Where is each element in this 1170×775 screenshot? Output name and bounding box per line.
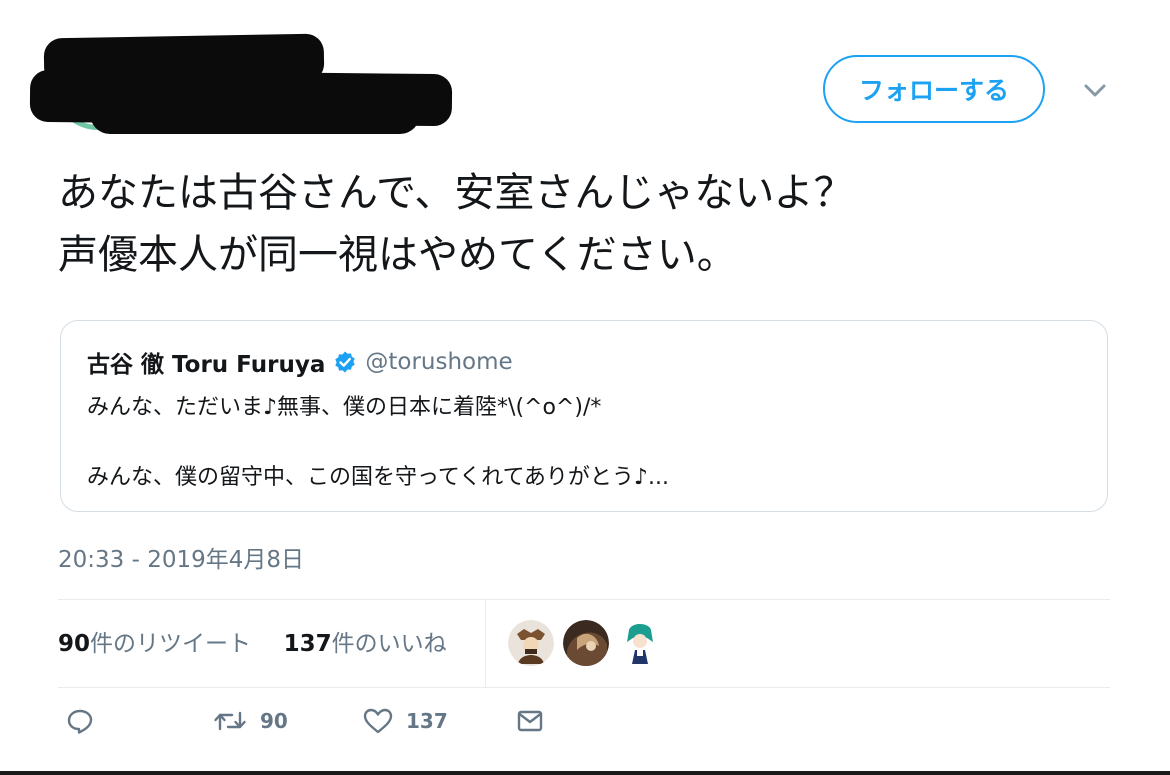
- retweet-stat-label: 件のリツイート: [90, 631, 252, 657]
- reply-button[interactable]: [66, 707, 94, 735]
- quoted-tweet-line: みんな、僕の留守中、この国を守ってくれてありがとう♪...: [87, 465, 669, 490]
- tweet-text: あなたは古谷さんで、安室さんじゃないよ？ 声優本人が同一視はやめてください。: [58, 162, 1148, 286]
- divider: [58, 687, 1110, 688]
- retweet-icon: [214, 711, 246, 731]
- like-count: 137: [406, 709, 448, 733]
- engagement-stats: 90件のリツイート 137件のいいね: [58, 624, 447, 658]
- message-icon: [517, 710, 543, 732]
- quoted-tweet-header: 古谷 徹 Toru Furuya @torushome: [87, 345, 513, 379]
- divider: [58, 599, 1110, 600]
- liker-avatar[interactable]: [508, 620, 554, 666]
- verified-icon: [335, 351, 356, 373]
- quoted-author-name: 古谷 徹 Toru Furuya: [87, 352, 326, 378]
- chevron-down-icon[interactable]: [1080, 78, 1110, 102]
- follow-button[interactable]: フォローする: [823, 55, 1045, 123]
- retweet-stat[interactable]: 90件のリツイート: [58, 631, 251, 657]
- bottom-border: [0, 771, 1170, 775]
- quoted-tweet[interactable]: 古谷 徹 Toru Furuya @torushome みんな、ただいま♪無事、…: [60, 320, 1108, 512]
- tweet-text-line: 声優本人が同一視はやめてください。: [58, 232, 737, 278]
- quoted-author-handle: @torushome: [365, 349, 513, 375]
- tweet-timestamp[interactable]: 20:33 - 2019年4月8日: [58, 540, 304, 574]
- divider: [485, 600, 486, 687]
- like-button[interactable]: 137: [362, 707, 448, 735]
- tweet-text-line: あなたは古谷さんで、安室さんじゃないよ？: [58, 170, 854, 216]
- like-icon: [363, 708, 393, 734]
- like-stat-label: 件のいいね: [331, 631, 447, 657]
- like-stat-count: 137: [283, 631, 332, 657]
- liker-avatar[interactable]: [563, 620, 609, 666]
- reply-icon: [67, 709, 93, 734]
- follow-button-label: フォローする: [858, 76, 1009, 105]
- like-stat[interactable]: 137件のいいね: [284, 631, 447, 657]
- direct-message-button[interactable]: [516, 707, 544, 735]
- liker-avatar[interactable]: [617, 620, 663, 666]
- retweet-stat-count: 90: [58, 631, 91, 657]
- quoted-tweet-line: みんな、ただいま♪無事、僕の日本に着陸*\(^o^)/*: [87, 395, 602, 420]
- retweet-count: 90: [260, 709, 288, 733]
- redacted-scribble: [90, 94, 420, 134]
- retweet-button[interactable]: 90: [212, 707, 288, 735]
